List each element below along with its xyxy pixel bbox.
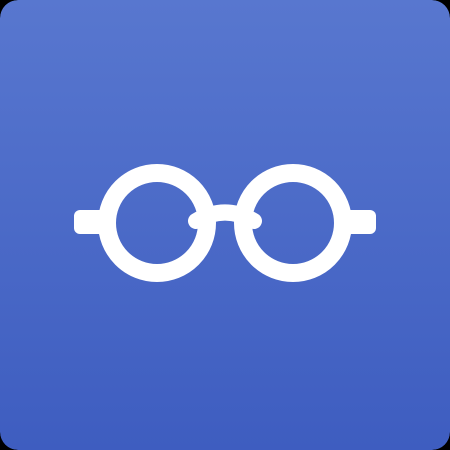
icon-background — [0, 0, 450, 450]
app-icon-graphic — [0, 0, 450, 450]
app-icon[interactable] — [0, 0, 450, 450]
